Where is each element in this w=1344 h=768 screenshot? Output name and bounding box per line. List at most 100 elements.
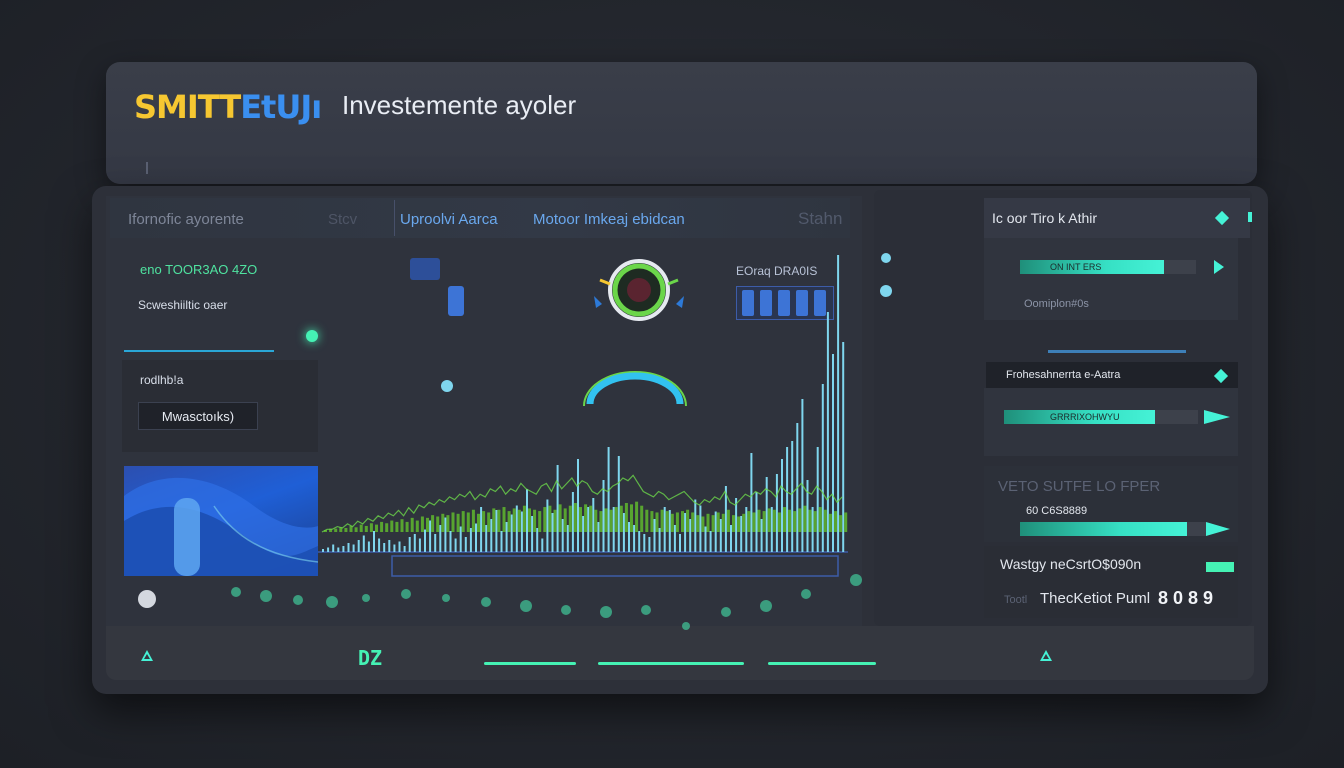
chart-bar-cyan[interactable]: [587, 507, 590, 552]
chart-bar-cyan[interactable]: [679, 534, 681, 552]
chart-bar-green[interactable]: [415, 520, 419, 532]
chart-bar-green[interactable]: [431, 515, 435, 532]
chart-bar-cyan[interactable]: [505, 522, 508, 552]
tab-overview[interactable]: Ifornofic ayorente: [128, 211, 244, 228]
chart-bar-green[interactable]: [665, 511, 669, 532]
chart-bar-green[interactable]: [517, 509, 521, 532]
chart-bar-cyan[interactable]: [607, 447, 610, 552]
chart-bar-cyan[interactable]: [781, 459, 783, 552]
chart-bar-green[interactable]: [783, 507, 786, 532]
chart-bar-cyan[interactable]: [459, 526, 462, 553]
chart-marker[interactable]: [880, 285, 892, 297]
chart-bar-cyan[interactable]: [475, 523, 477, 553]
chart-bar-cyan[interactable]: [668, 510, 671, 552]
chart-bar-cyan[interactable]: [699, 505, 702, 553]
chart-bar-green[interactable]: [589, 505, 593, 532]
chart-bar-green[interactable]: [772, 509, 776, 532]
chart-bar-cyan[interactable]: [520, 511, 523, 553]
chart-bar-cyan[interactable]: [658, 528, 661, 552]
chart-bar-cyan[interactable]: [556, 465, 559, 552]
chart-bar-green[interactable]: [477, 513, 480, 532]
footer-tab-2[interactable]: [598, 662, 744, 665]
chart-bar-green[interactable]: [777, 512, 781, 532]
chart-bar-green[interactable]: [624, 503, 628, 532]
chart-bar-green[interactable]: [441, 513, 445, 532]
chart-bar-cyan[interactable]: [403, 546, 406, 552]
chart-bar-green[interactable]: [813, 511, 817, 532]
chart-bar-cyan[interactable]: [735, 498, 738, 552]
chart-bar-green[interactable]: [844, 512, 848, 532]
chart-bar-cyan[interactable]: [485, 525, 488, 552]
chart-bar-green[interactable]: [747, 511, 751, 532]
chart-bar-green[interactable]: [686, 509, 690, 532]
chart-bar-cyan[interactable]: [582, 516, 585, 552]
chart-bar-cyan[interactable]: [454, 538, 457, 553]
chart-bar-green[interactable]: [533, 509, 537, 532]
chart-bar-cyan[interactable]: [327, 547, 330, 553]
chart-bar-cyan[interactable]: [832, 354, 834, 552]
chart-bar-green[interactable]: [762, 511, 766, 532]
chart-bar-cyan[interactable]: [434, 534, 437, 552]
chart-bar-green[interactable]: [426, 517, 429, 532]
chart-bar-green[interactable]: [619, 505, 623, 532]
chart-bar-green[interactable]: [701, 516, 705, 533]
chart-bar-green[interactable]: [716, 512, 720, 532]
chart-bar-green[interactable]: [584, 504, 588, 532]
chart-bar-cyan[interactable]: [546, 499, 549, 553]
chart-bar-green[interactable]: [456, 513, 460, 532]
tab-stcv[interactable]: Stcv: [328, 211, 357, 228]
chart-bar-green[interactable]: [512, 508, 516, 532]
chart-bar-cyan[interactable]: [388, 540, 391, 552]
tab-stahn[interactable]: Stahn: [798, 209, 842, 229]
left-card-button[interactable]: Mwasctoıks): [138, 402, 258, 430]
chart-bar-green[interactable]: [573, 503, 577, 532]
chart-bar-green[interactable]: [461, 511, 465, 532]
chart-bar-green[interactable]: [599, 511, 603, 532]
chart-bar-cyan[interactable]: [826, 312, 829, 552]
chart-bar-cyan[interactable]: [464, 537, 467, 552]
chart-bar-green[interactable]: [558, 504, 562, 532]
chart-bar-cyan[interactable]: [755, 492, 758, 552]
chart-bar-cyan[interactable]: [633, 525, 636, 552]
chart-bar-cyan[interactable]: [745, 507, 748, 552]
chart-bar-cyan[interactable]: [765, 477, 768, 552]
chart-bar-green[interactable]: [451, 512, 455, 532]
chart-bar-cyan[interactable]: [526, 489, 528, 552]
chart-bar-cyan[interactable]: [352, 544, 355, 553]
chart-bar-cyan[interactable]: [393, 544, 396, 553]
chart-bar-cyan[interactable]: [673, 525, 676, 552]
chart-bar-green[interactable]: [548, 505, 552, 532]
chart-bar-green[interactable]: [767, 508, 771, 532]
chart-bar-green[interactable]: [410, 517, 414, 532]
chart-bar-cyan[interactable]: [643, 534, 646, 552]
chart-bar-cyan[interactable]: [444, 517, 447, 553]
chart-bar-cyan[interactable]: [770, 507, 773, 552]
chart-bar-cyan[interactable]: [791, 441, 794, 552]
footer-home-icon[interactable]: [141, 650, 153, 661]
chart-bar-cyan[interactable]: [439, 525, 442, 552]
chart-bar-green[interactable]: [742, 513, 746, 532]
compass-icon[interactable]: [138, 590, 156, 608]
chart-bar-cyan[interactable]: [628, 522, 630, 552]
chart-bar-cyan[interactable]: [424, 529, 426, 553]
chart-bar-green[interactable]: [405, 521, 409, 532]
chart-bar-green[interactable]: [390, 520, 394, 532]
chart-bar-green[interactable]: [344, 527, 348, 532]
chart-bar-green[interactable]: [752, 512, 756, 532]
chart-bar-green[interactable]: [594, 509, 598, 532]
chart-bar-green[interactable]: [650, 511, 654, 532]
chart-bar-cyan[interactable]: [612, 507, 615, 552]
chart-bar-cyan[interactable]: [480, 507, 483, 552]
chart-bar-green[interactable]: [681, 511, 684, 532]
chart-bar-cyan[interactable]: [684, 513, 687, 552]
activity-chart[interactable]: [318, 240, 892, 580]
chart-bar-green[interactable]: [675, 512, 679, 532]
app-logo[interactable]: SMITTEtUJı: [134, 88, 322, 126]
chart-bar-cyan[interactable]: [617, 456, 620, 552]
chart-bar-green[interactable]: [788, 509, 792, 532]
chart-bar-cyan[interactable]: [750, 453, 753, 552]
chart-bar-green[interactable]: [568, 505, 572, 532]
chart-bar-green[interactable]: [369, 523, 373, 532]
chart-bar-cyan[interactable]: [536, 528, 539, 552]
chart-bar-cyan[interactable]: [801, 399, 804, 552]
